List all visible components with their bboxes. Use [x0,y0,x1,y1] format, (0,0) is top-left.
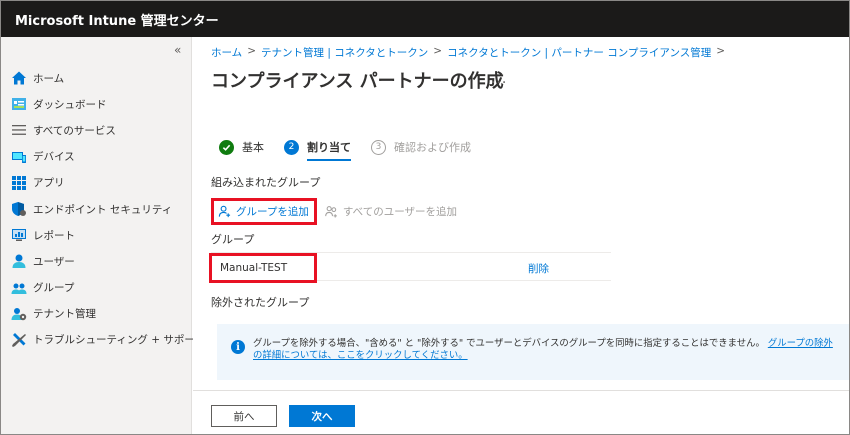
breadcrumb-separator: > [716,45,726,57]
sidebar-item-label: グループ [33,282,75,295]
app-title[interactable]: Microsoft Intune 管理センター [15,10,219,29]
info-icon: i [231,340,245,354]
sidebar-item-label: デバイス [33,151,75,164]
top-bar: Microsoft Intune 管理センター [1,1,849,37]
group-name-text: Manual-TEST [220,262,288,274]
sidebar-item-troubleshooting[interactable]: トラブルシューティング + サポート [11,327,205,353]
main-content: ホーム > テナント管理 | コネクタとトークン > コネクタとトークン | パ… [193,37,849,434]
sidebar-item-groups[interactable]: グループ [11,275,205,301]
reports-icon [11,227,27,243]
add-all-users-label: すべてのユーザーを追加 [342,206,458,218]
user-icon [11,253,27,269]
table-row: Manual-TEST 削除 [209,253,611,283]
page-title: コンプライアンス パートナーの作成 [211,71,504,92]
groups-icon [11,280,27,296]
collapse-sidebar-icon[interactable]: « [174,43,181,57]
step-label: 基本 [242,141,264,154]
devices-icon [11,149,27,165]
app-window: Microsoft Intune 管理センター « ホーム ダッシュボード すべ… [0,0,850,435]
sidebar-item-label: すべてのサービス [33,124,116,137]
more-options-button[interactable]: ... [491,71,507,87]
sidebar-item-dashboard[interactable]: ダッシュボード [11,91,205,117]
sidebar-item-label: トラブルシューティング + サポート [33,334,206,347]
previous-button[interactable]: 前へ [211,405,277,427]
sidebar-item-all-services[interactable]: すべてのサービス [11,117,205,143]
breadcrumb-partner-compliance[interactable]: コネクタとトークン | パートナー コンプライアンス管理 [447,45,711,60]
breadcrumb-separator: > [433,45,443,57]
group-column-header: グループ [211,231,611,253]
group-column-label: グループ [211,233,255,246]
add-group-button[interactable]: グループを追加 [211,198,317,225]
sidebar-nav: ホーム ダッシュボード すべてのサービス デバイス アプリ エンドポイント セキ… [11,65,205,353]
breadcrumb-separator: > [247,45,256,57]
info-message: グループを除外する場合、"含める" と "除外する" でユーザーとデバイスのグル… [253,338,765,349]
add-users-icon [325,205,338,218]
list-icon [11,122,27,138]
breadcrumb-home[interactable]: ホーム [211,45,242,60]
endpoint-security-icon [11,201,27,217]
step-basics[interactable]: 基本 [219,139,264,155]
included-actions: グループを追加 すべてのユーザーを追加 [211,198,457,225]
sidebar-item-users[interactable]: ユーザー [11,248,205,274]
breadcrumb: ホーム > テナント管理 | コネクタとトークン > コネクタとトークン | パ… [211,45,730,60]
sidebar-item-label: レポート [33,229,75,242]
sidebar: « ホーム ダッシュボード すべてのサービス デバイス アプリ エンドポイント … [1,37,205,434]
step-review-create[interactable]: 3 確認および作成 [371,139,471,155]
checkmark-icon [219,139,234,155]
included-groups-label: 組み込まれたグループ [211,176,321,189]
group-name: Manual-TEST [209,253,317,283]
add-person-icon [218,205,231,218]
add-all-users-button[interactable]: すべてのユーザーを追加 [325,204,457,219]
step-number: 2 [284,139,299,155]
tenant-admin-icon [11,306,27,322]
dashboard-icon [11,96,27,112]
home-icon [11,70,27,86]
add-group-label: グループを追加 [236,206,309,218]
step-label: 確認および作成 [394,141,471,154]
sidebar-item-home[interactable]: ホーム [11,65,205,91]
excluded-groups-label: 除外されたグループ [211,296,310,309]
sidebar-item-label: ダッシュボード [33,98,107,111]
sidebar-item-devices[interactable]: デバイス [11,144,205,170]
wizard-steps: 基本 2 割り当て 3 確認および作成 [219,139,491,161]
sidebar-item-endpoint-security[interactable]: エンドポイント セキュリティ [11,196,205,222]
sidebar-item-apps[interactable]: アプリ [11,170,205,196]
step-label: 割り当て [307,141,351,161]
info-text: グループを除外する場合、"含める" と "除外する" でユーザーとデバイスのグル… [253,338,839,362]
sidebar-item-label: テナント管理 [33,308,96,321]
breadcrumb-tenant-admin[interactable]: テナント管理 | コネクタとトークン [261,45,428,60]
sidebar-item-label: アプリ [33,177,65,190]
sidebar-item-label: ホーム [33,72,65,85]
delete-group-link[interactable]: 削除 [528,261,549,276]
sidebar-item-label: エンドポイント セキュリティ [33,203,173,216]
sidebar-item-label: ユーザー [33,255,75,268]
troubleshooting-icon [11,332,27,348]
step-assignments[interactable]: 2 割り当て [284,139,351,161]
next-button[interactable]: 次へ [289,405,355,427]
info-banner: i グループを除外する場合、"含める" と "除外する" でユーザーとデバイスの… [217,324,849,380]
apps-icon [11,175,27,191]
sidebar-item-tenant-admin[interactable]: テナント管理 [11,301,205,327]
sidebar-item-reports[interactable]: レポート [11,222,205,248]
wizard-footer: 前へ 次へ [193,390,849,434]
step-number: 3 [371,139,386,155]
